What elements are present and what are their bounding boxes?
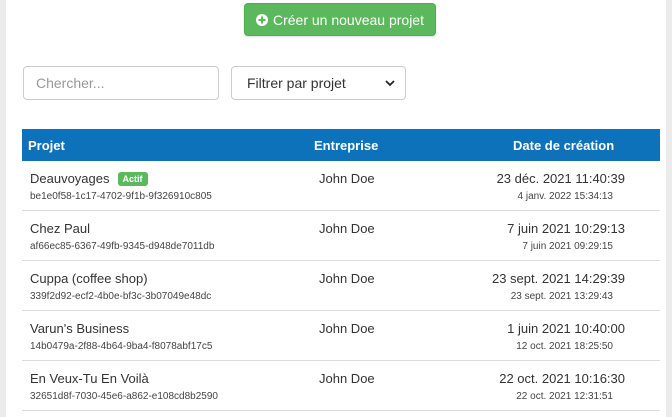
header-created[interactable]: Date de création — [513, 138, 614, 153]
created-date: 1 juin 2021 10:40:00 — [507, 321, 625, 336]
project-name-cell: En Veux-Tu En Voilà — [30, 371, 149, 386]
project-name[interactable]: Cuppa (coffee shop) — [30, 271, 148, 286]
project-name-cell: Chez Paul — [30, 221, 90, 236]
updated-date: 23 sept. 2021 13:29:43 — [510, 291, 613, 302]
updated-date: 4 janv. 2022 15:34:13 — [517, 191, 613, 202]
project-uuid: 32651d8f-7030-45e6-a862-e108cd8b2590 — [30, 391, 218, 402]
create-project-button[interactable]: Créer un nouveau projet — [244, 3, 436, 36]
project-uuid: 14b0479a-2f88-4b64-9ba4-f8078abf17c5 — [30, 341, 213, 352]
company-name: John Doe — [319, 221, 375, 236]
projects-table: Projet Entreprise Date de création Deauv… — [22, 129, 660, 411]
table-row[interactable]: Varun's Business 14b0479a-2f88-4b64-9ba4… — [22, 311, 660, 361]
create-project-label: Créer un nouveau projet — [273, 11, 424, 28]
project-filter-select[interactable]: Filtrer par projet — [231, 66, 406, 100]
table-row[interactable]: En Veux-Tu En Voilà 32651d8f-7030-45e6-a… — [22, 361, 660, 411]
search-input[interactable] — [23, 66, 219, 100]
main-panel: Créer un nouveau projet Filtrer par proj… — [6, 0, 666, 417]
project-uuid: be1e0f58-1c17-4702-9f1b-9f326910c805 — [30, 191, 212, 202]
project-name[interactable]: Deauvoyages — [30, 171, 110, 186]
created-date: 7 juin 2021 10:29:13 — [507, 221, 625, 236]
chevron-down-icon — [385, 80, 395, 87]
header-company[interactable]: Entreprise — [314, 138, 378, 153]
table-row[interactable]: Deauvoyages Actif be1e0f58-1c17-4702-9f1… — [22, 161, 660, 211]
project-name[interactable]: En Veux-Tu En Voilà — [30, 371, 149, 386]
company-name: John Doe — [319, 171, 375, 186]
header-project[interactable]: Projet — [28, 138, 65, 153]
project-name[interactable]: Varun's Business — [30, 321, 129, 336]
project-uuid: 339f2d92-ecf2-4b0e-bf3c-3b07049e48dc — [30, 291, 212, 302]
company-name: John Doe — [319, 271, 375, 286]
table-row[interactable]: Chez Paul af66ec85-6367-49fb-9345-d948de… — [22, 211, 660, 261]
company-name: John Doe — [319, 321, 375, 336]
updated-date: 12 oct. 2021 18:25:50 — [516, 341, 613, 352]
table-header: Projet Entreprise Date de création — [22, 129, 660, 161]
created-date: 23 déc. 2021 11:40:39 — [496, 171, 625, 186]
plus-circle-icon — [256, 13, 268, 26]
project-filter-value: Filtrer par projet — [247, 75, 346, 91]
updated-date: 22 oct. 2021 12:31:51 — [516, 391, 613, 402]
project-name-cell: Cuppa (coffee shop) — [30, 271, 148, 286]
table-row[interactable]: Cuppa (coffee shop) 339f2d92-ecf2-4b0e-b… — [22, 261, 660, 311]
project-uuid: af66ec85-6367-49fb-9345-d948de7011db — [30, 241, 215, 252]
project-name[interactable]: Chez Paul — [30, 221, 90, 236]
created-date: 23 sept. 2021 14:29:39 — [491, 271, 625, 286]
status-badge: Actif — [117, 171, 148, 186]
company-name: John Doe — [319, 371, 375, 386]
project-name-cell: Varun's Business — [30, 321, 129, 336]
created-date: 22 oct. 2021 10:16:30 — [499, 371, 625, 386]
updated-date: 7 juin 2021 09:29:15 — [522, 241, 613, 252]
project-name-cell: Deauvoyages Actif — [30, 171, 148, 186]
